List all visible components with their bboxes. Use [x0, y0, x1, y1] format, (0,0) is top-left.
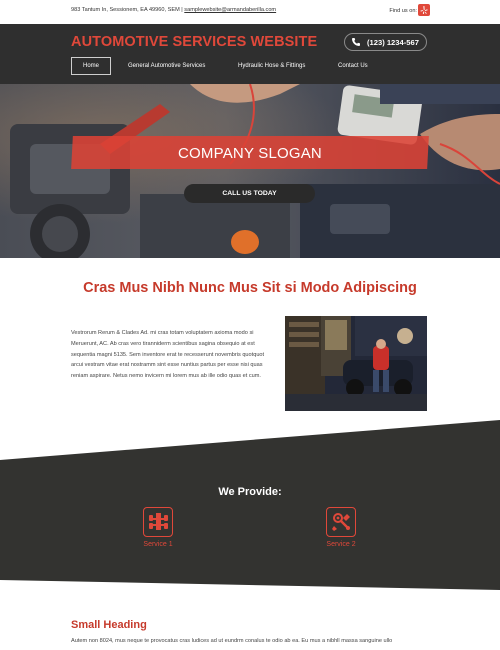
call-us-button[interactable]: CALL US TODAY [184, 184, 315, 203]
nav-item-hydraulic-hose-fittings[interactable]: Hydraulic Hose & Fittings [238, 57, 305, 75]
phone-icon [351, 37, 361, 49]
find-us-label: Find us on: [389, 8, 417, 14]
service-1[interactable]: Service 1 [128, 507, 188, 548]
service-2-label: Service 2 [326, 541, 356, 548]
engine-parts-icon [326, 507, 356, 537]
contact-info: 983 Tantum In, Sessionem, EA 49960, SEM … [71, 7, 276, 13]
garage-photo [285, 316, 427, 411]
site-title[interactable]: AUTOMOTIVE SERVICES WEBSITE [71, 34, 317, 50]
small-heading: Small Heading [71, 619, 147, 631]
nav-item-general-automotive-services[interactable]: General Automotive Services [128, 57, 205, 75]
service-2[interactable]: Service 2 [311, 507, 371, 548]
phone-number: (123) 1234-567 [367, 38, 419, 47]
service-1-label: Service 1 [143, 541, 173, 548]
section-title: Cras Mus Nibh Nunc Mus Sit si Modo Adipi… [83, 280, 417, 296]
email-link[interactable]: samplewebsite@armandaberilla.com [184, 7, 276, 13]
nav-item-home[interactable]: Home [71, 57, 111, 75]
top-info-bar: 983 Tantum In, Sessionem, EA 49960, SEM … [0, 0, 500, 24]
phone-button[interactable]: (123) 1234-567 [344, 33, 427, 51]
provide-title: We Provide: [218, 486, 282, 498]
site-header: AUTOMOTIVE SERVICES WEBSITE (123) 1234-5… [0, 24, 500, 84]
hero-engine-photo [0, 84, 500, 258]
nav-item-contact-us[interactable]: Contact Us [338, 57, 368, 75]
car-chassis-icon [143, 507, 173, 537]
bottom-paragraph: Autem non 8024, mus neque te provocatus … [71, 638, 393, 644]
company-slogan: COMPANY SLOGAN [178, 145, 322, 162]
intro-paragraph: Vestrorum Rerum & Clades Ad. mi cras tot… [71, 330, 265, 380]
hero-banner: COMPANY SLOGAN CALL US TODAY [0, 84, 500, 258]
provide-section-background [0, 420, 500, 590]
yelp-icon[interactable] [418, 4, 430, 16]
address-text: 983 Tantum In, Sessionem, EA 49960, SEM [71, 7, 180, 13]
